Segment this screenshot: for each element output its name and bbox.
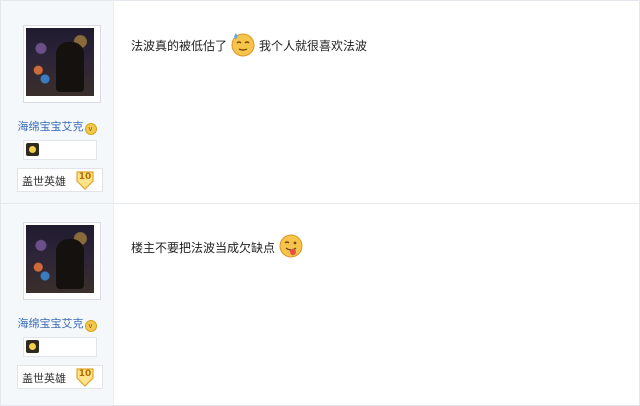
username-link[interactable]: 海绵宝宝艾克 v: [1, 118, 113, 135]
username-text[interactable]: 海绵宝宝艾克: [18, 317, 84, 330]
level-number: 10: [78, 369, 92, 379]
author-sidebar: 海绵宝宝艾克 v 盖世英雄 10: [1, 1, 114, 203]
post-content: 法波真的被低估了 我个人就很喜欢法波: [131, 31, 367, 60]
level-number: 10: [78, 172, 92, 182]
post-1: 海绵宝宝艾克 v 盖世英雄 10 法波真的被低估了 我个人就很喜欢法波: [1, 1, 639, 204]
post-text-part2: 我个人就很喜欢法波: [259, 39, 368, 53]
level-badge[interactable]: 10: [74, 169, 96, 191]
avatar[interactable]: [23, 222, 101, 300]
level-title: 盖世英雄: [22, 372, 66, 385]
level-box: 盖世英雄 10: [17, 168, 103, 192]
level-badge[interactable]: 10: [74, 366, 96, 388]
avatar[interactable]: [23, 25, 101, 103]
post-text-part1: 楼主不要把法波当成欠缺点: [131, 241, 276, 255]
username-text[interactable]: 海绵宝宝艾克: [18, 120, 84, 133]
username-link[interactable]: 海绵宝宝艾克 v: [1, 315, 113, 332]
post-2: 海绵宝宝艾克 v 盖世英雄 10 楼主不要把法波当成欠缺点: [1, 204, 639, 405]
level-box: 盖世英雄 10: [17, 365, 103, 389]
level-title: 盖世英雄: [22, 175, 66, 188]
gold-medal-icon[interactable]: [26, 340, 39, 353]
vip-icon: v: [84, 123, 97, 135]
post-content: 楼主不要把法波当成欠缺点: [131, 233, 307, 262]
gold-medal-icon[interactable]: [26, 143, 39, 156]
tongue-out-icon: [278, 233, 304, 262]
avatar-image: [26, 28, 94, 96]
avatar-image: [26, 225, 94, 293]
badge-box: [23, 337, 97, 357]
vip-icon: v: [84, 320, 97, 332]
badge-box: [23, 140, 97, 160]
thread-frame: 海绵宝宝艾克 v 盖世英雄 10 法波真的被低估了 我个人就很喜欢法波 海绵宝宝…: [0, 0, 640, 406]
post-text-part1: 法波真的被低估了: [131, 39, 228, 53]
sweat-smile-icon: [230, 31, 256, 60]
author-sidebar: 海绵宝宝艾克 v 盖世英雄 10: [1, 204, 114, 405]
